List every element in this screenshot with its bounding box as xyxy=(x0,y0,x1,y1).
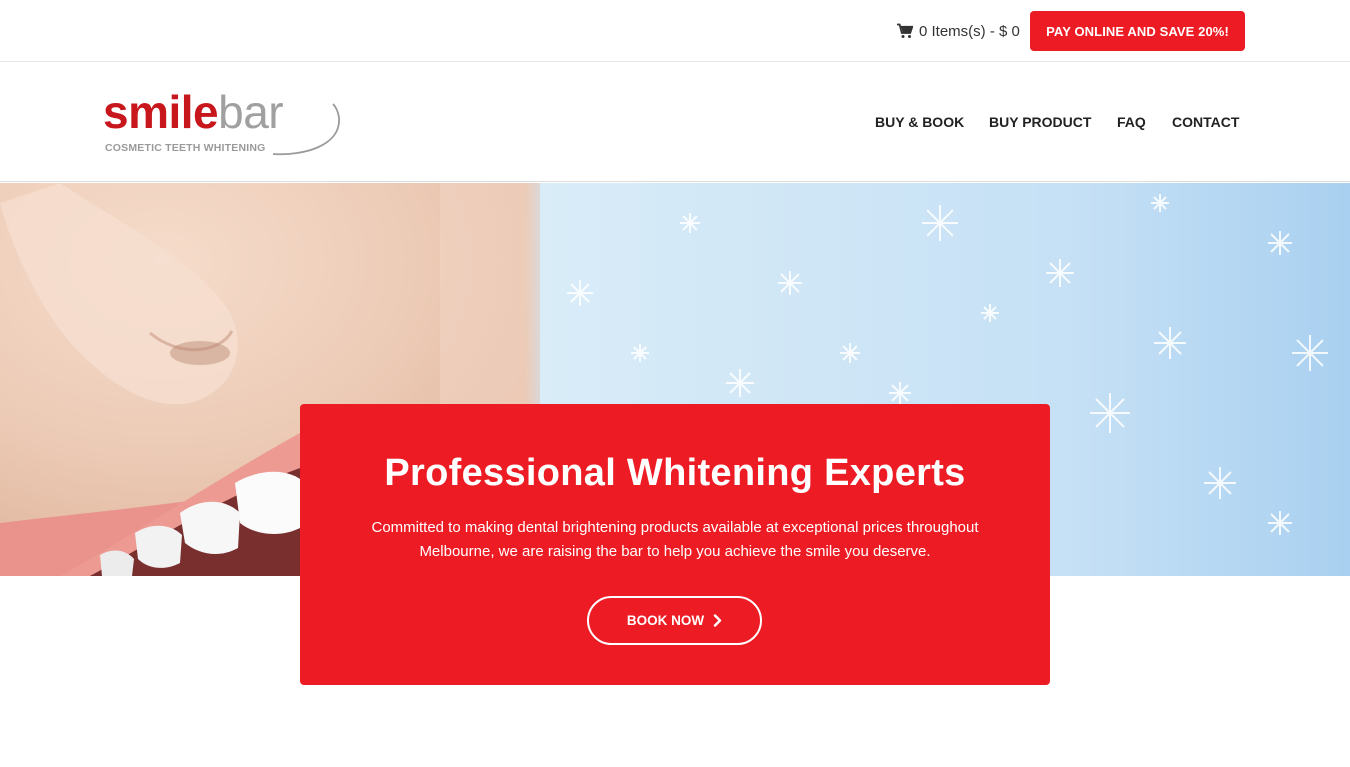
hero-card: Professional Whitening Experts Committed… xyxy=(300,404,1050,685)
cart-link[interactable]: 0 Items(s) - $ 0 xyxy=(897,20,1020,42)
chevron-right-icon xyxy=(713,614,722,627)
nav-faq[interactable]: FAQ xyxy=(1117,114,1146,130)
top-bar: 0 Items(s) - $ 0 PAY ONLINE AND SAVE 20%… xyxy=(0,0,1350,62)
logo-wordmark: smilebar xyxy=(103,86,284,138)
book-now-button[interactable]: BOOK NOW xyxy=(587,596,762,645)
shopping-cart-icon xyxy=(897,23,913,38)
nav-buy-and-book[interactable]: BUY & BOOK xyxy=(875,114,964,130)
nav-contact[interactable]: CONTACT xyxy=(1172,114,1239,130)
cart-summary: 0 Items(s) - $ 0 xyxy=(919,22,1020,40)
site-logo[interactable]: smilebar COSMETIC TEETH WHITENING xyxy=(103,86,348,158)
logo-swoosh-icon xyxy=(272,103,340,156)
hero-title: Professional Whitening Experts xyxy=(384,452,966,494)
logo-tagline: COSMETIC TEETH WHITENING xyxy=(105,142,266,154)
nav-buy-product[interactable]: BUY PRODUCT xyxy=(989,114,1091,130)
pay-online-button[interactable]: PAY ONLINE AND SAVE 20%! xyxy=(1030,11,1245,51)
book-now-label: BOOK NOW xyxy=(626,613,705,628)
logo-smile-text: smile xyxy=(103,86,219,138)
site-header: smilebar COSMETIC TEETH WHITENING BUY & … xyxy=(0,62,1350,182)
hero-description: Committed to making dental brightening p… xyxy=(371,519,979,560)
